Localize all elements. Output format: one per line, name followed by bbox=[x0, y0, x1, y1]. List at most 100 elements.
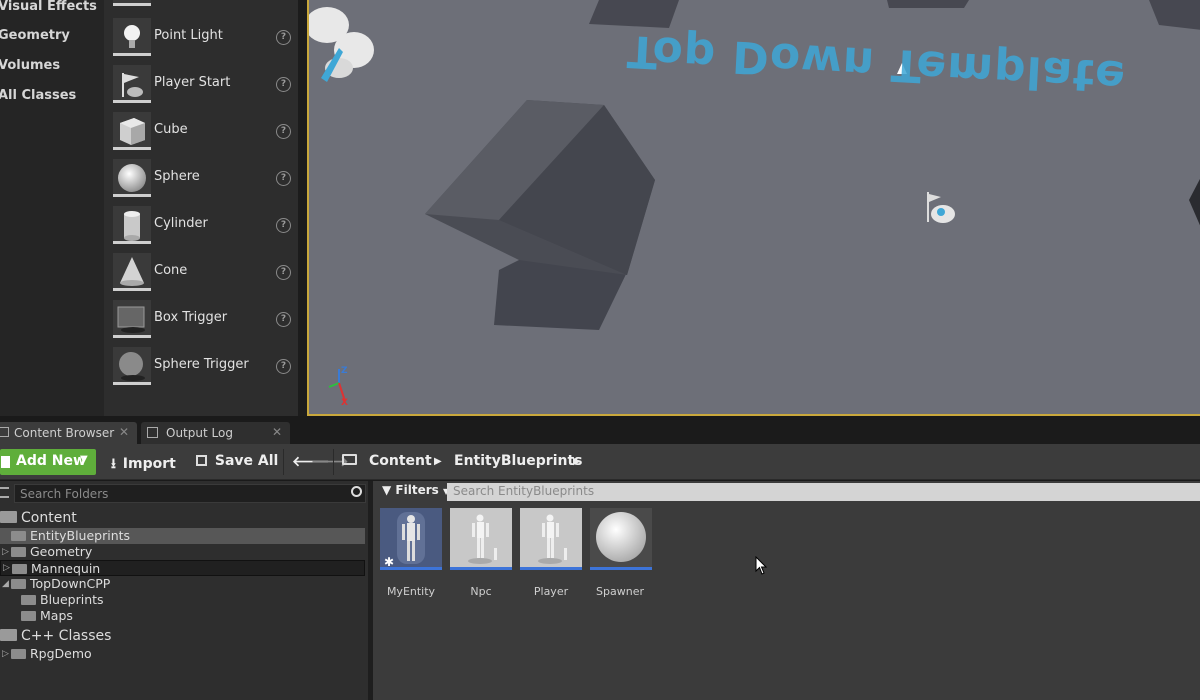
cube-icon bbox=[113, 112, 151, 150]
expand-arrow-icon[interactable]: ▷ bbox=[2, 649, 9, 659]
place-item-player-start[interactable]: Player Start ? bbox=[104, 61, 298, 108]
tree-item-content[interactable]: Content bbox=[0, 510, 77, 526]
help-icon[interactable]: ? bbox=[276, 312, 291, 327]
save-all-button[interactable]: Save All bbox=[196, 453, 278, 469]
search-folders-input[interactable]: Search Folders bbox=[14, 484, 366, 503]
tree-item-mannequin[interactable]: ▷ Mannequin bbox=[0, 560, 365, 576]
level-viewport[interactable]: Top Down Template Z X bbox=[307, 0, 1200, 416]
svg-text:✱: ✱ bbox=[384, 555, 394, 569]
place-item-label: Box Trigger bbox=[154, 310, 228, 325]
tree-item-label: Geometry bbox=[30, 544, 93, 559]
place-item-label: Cylinder bbox=[154, 216, 208, 231]
tab-output-log[interactable]: Output Log ✕ bbox=[141, 422, 290, 444]
axis-z-label: Z bbox=[341, 366, 348, 376]
menu-icon[interactable] bbox=[0, 487, 9, 498]
asset-label: Player bbox=[533, 585, 569, 598]
add-new-button[interactable]: Add New ▼ bbox=[0, 449, 96, 475]
import-button[interactable]: ⭳ Import bbox=[111, 453, 176, 477]
asset-tile-player[interactable] bbox=[520, 508, 582, 570]
place-item-partial[interactable] bbox=[104, 0, 298, 11]
tree-item-cpp-classes[interactable]: C++ Classes bbox=[0, 628, 111, 644]
help-icon[interactable]: ? bbox=[276, 171, 291, 186]
place-item-label: Cone bbox=[154, 263, 188, 278]
place-item-sphere-trigger[interactable]: Sphere Trigger ? bbox=[104, 343, 298, 390]
help-icon[interactable]: ? bbox=[276, 218, 291, 233]
sphere-blueprint-icon bbox=[596, 512, 646, 562]
help-icon[interactable]: ? bbox=[276, 77, 291, 92]
filter-icon: ▼ bbox=[382, 483, 392, 497]
tab-content-browser[interactable]: Content Browser ✕ bbox=[0, 422, 137, 444]
asset-label: Spawner bbox=[596, 585, 644, 598]
cylinder-icon bbox=[113, 206, 151, 244]
filters-label: Filters bbox=[395, 483, 439, 497]
sphere-icon bbox=[113, 159, 151, 197]
panel-tab-bar: Content Browser ✕ Output Log ✕ bbox=[0, 420, 1200, 444]
expand-arrow-icon[interactable]: ▷ bbox=[3, 563, 10, 573]
breadcrumb-entityblueprints[interactable]: EntityBlueprints bbox=[454, 453, 583, 469]
tree-item-geometry[interactable]: ▷ Geometry bbox=[0, 544, 92, 560]
asset-label: MyEntity bbox=[386, 585, 436, 598]
close-icon[interactable]: ✕ bbox=[272, 425, 282, 439]
category-all-classes[interactable]: All Classes bbox=[0, 88, 76, 103]
tree-item-label: Mannequin bbox=[31, 561, 101, 576]
cpp-folder-icon bbox=[11, 648, 26, 659]
place-item-cylinder[interactable]: Cylinder ? bbox=[104, 202, 298, 249]
tree-item-rpgdemo[interactable]: ▷ RpgDemo bbox=[0, 646, 92, 662]
expand-arrow-icon[interactable]: ▷ bbox=[2, 547, 9, 557]
category-volumes[interactable]: Volumes bbox=[0, 58, 60, 73]
collapse-arrow-icon[interactable]: ◢ bbox=[2, 579, 9, 589]
mouse-cursor-icon bbox=[755, 555, 769, 580]
help-icon[interactable]: ? bbox=[276, 359, 291, 374]
place-item-label: Point Light bbox=[154, 28, 223, 43]
search-assets-placeholder: Search EntityBlueprints bbox=[453, 484, 595, 498]
blueprint-mannequin-icon: ✱ bbox=[384, 512, 425, 569]
chevron-down-icon: ▼ bbox=[80, 454, 88, 465]
place-item-cone[interactable]: Cone ? bbox=[104, 249, 298, 296]
new-file-icon bbox=[1, 456, 10, 468]
tree-item-label: EntityBlueprints bbox=[30, 528, 131, 543]
close-icon[interactable]: ✕ bbox=[119, 425, 129, 439]
character-blueprint-icon bbox=[468, 514, 497, 564]
search-assets-input[interactable]: Search EntityBlueprints bbox=[447, 483, 1200, 501]
help-icon[interactable]: ? bbox=[276, 124, 291, 139]
folder-icon bbox=[21, 594, 36, 605]
place-item-label: Cube bbox=[154, 122, 188, 137]
tree-item-topdowncpp[interactable]: ◢ TopDownCPP bbox=[0, 576, 110, 592]
folder-icon bbox=[21, 610, 36, 621]
place-item-box-trigger[interactable]: Box Trigger ? bbox=[104, 296, 298, 343]
placement-category-list: Visual Effects Geometry Volumes All Clas… bbox=[0, 0, 104, 416]
character-blueprint-icon bbox=[538, 514, 567, 564]
help-icon[interactable]: ? bbox=[276, 30, 291, 45]
tab-label: Output Log bbox=[166, 426, 233, 440]
place-item-sphere[interactable]: Sphere ? bbox=[104, 155, 298, 202]
folder-open-icon bbox=[342, 453, 357, 469]
cpp-folder-icon bbox=[0, 629, 17, 641]
folder-tree-panel: Search Folders Content EntityBlueprints … bbox=[0, 481, 368, 700]
breadcrumb-separator-icon[interactable]: ▶ bbox=[573, 456, 581, 467]
breadcrumb-content[interactable]: Content bbox=[369, 453, 432, 469]
asset-tile-spawner[interactable] bbox=[590, 508, 652, 570]
place-item-point-light[interactable]: Point Light ? bbox=[104, 14, 298, 61]
place-item-cube[interactable]: Cube ? bbox=[104, 108, 298, 155]
asset-tile-myentity[interactable]: ✱ bbox=[380, 508, 442, 570]
breadcrumb-separator-icon[interactable]: ▶ bbox=[434, 456, 442, 467]
tree-item-entityblueprints[interactable]: EntityBlueprints bbox=[0, 528, 365, 544]
cone-icon bbox=[113, 253, 151, 291]
category-visual-effects[interactable]: Visual Effects bbox=[0, 0, 97, 14]
content-browser-icon bbox=[0, 427, 9, 437]
tree-item-label: Content bbox=[21, 510, 77, 526]
filters-button[interactable]: ▼ Filters ▼ bbox=[382, 483, 449, 497]
help-icon[interactable]: ? bbox=[276, 265, 291, 280]
place-item-label: Sphere bbox=[154, 169, 200, 184]
category-geometry[interactable]: Geometry bbox=[0, 28, 70, 43]
panel-divider[interactable] bbox=[298, 0, 307, 416]
place-actor-list: Point Light ? Player Start ? Cube ? Sphe… bbox=[104, 0, 298, 416]
add-new-label: Add New bbox=[16, 453, 86, 469]
tree-item-label: RpgDemo bbox=[30, 646, 92, 661]
asset-view-panel: ▼ Filters ▼ Search EntityBlueprints ✱ bbox=[373, 481, 1200, 700]
tree-item-blueprints[interactable]: Blueprints bbox=[21, 592, 104, 608]
tree-item-maps[interactable]: Maps bbox=[21, 608, 73, 624]
asset-tile-npc[interactable] bbox=[450, 508, 512, 570]
save-icon bbox=[196, 455, 207, 466]
content-browser-toolbar: Add New ▼ ⭳ Import Save All 🡐 🡒 Content … bbox=[0, 444, 1200, 480]
